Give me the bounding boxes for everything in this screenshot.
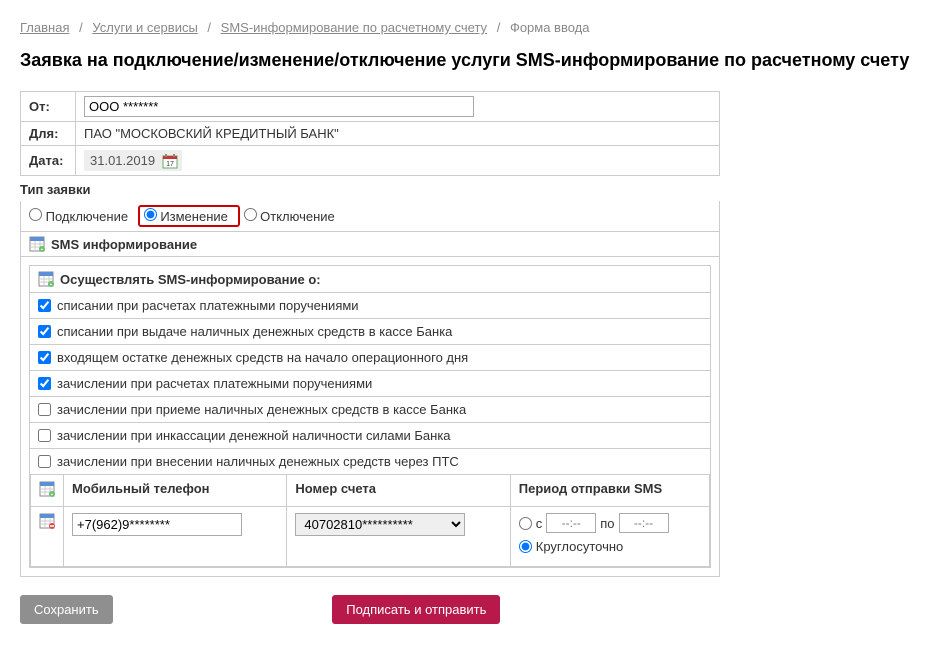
app-type-label: Тип заявки (20, 176, 911, 201)
period-roundclock-label: Круглосуточно (536, 539, 624, 554)
breadcrumb: Главная / Услуги и сервисы / SMS-информи… (20, 20, 911, 35)
app-type-connect[interactable]: Подключение (29, 209, 128, 224)
sms-option-checkbox[interactable] (38, 429, 51, 442)
svg-text:17: 17 (166, 161, 174, 168)
sms-inform-header: + Осуществлять SMS-информирование о: (30, 266, 710, 293)
app-type-row: Подключение Изменение Отключение (20, 201, 720, 232)
breadcrumb-services[interactable]: Услуги и сервисы (92, 20, 197, 35)
sms-option-label: зачислении при инкассации денежной налич… (57, 428, 451, 443)
sms-option-label: входящем остатке денежных средств на нач… (57, 350, 468, 365)
app-type-change-highlight: Изменение (138, 205, 240, 227)
calendar-icon[interactable]: 17 (162, 153, 178, 169)
sms-option-label: зачислении при расчетах платежными поруч… (57, 376, 372, 391)
for-label: Для: (21, 122, 76, 146)
period-to-label: по (600, 516, 614, 531)
breadcrumb-home[interactable]: Главная (20, 20, 69, 35)
phone-table: + Мобильный телефон Номер счета Период о… (30, 474, 710, 567)
phone-col-header: Мобильный телефон (64, 475, 287, 507)
table-icon: + (38, 271, 54, 287)
sms-option-checkbox[interactable] (38, 299, 51, 312)
from-input[interactable] (84, 96, 474, 117)
app-type-change[interactable]: Изменение (144, 208, 228, 224)
sms-option-checkbox[interactable] (38, 351, 51, 364)
submit-button[interactable]: Подписать и отправить (332, 595, 500, 624)
sms-option-label: списании при выдаче наличных денежных ср… (57, 324, 452, 339)
sms-option-row: зачислении при расчетах платежными поруч… (30, 371, 710, 397)
sms-option-checkbox[interactable] (38, 455, 51, 468)
account-col-header: Номер счета (287, 475, 510, 507)
sms-option-row: списании при расчетах платежными поручен… (30, 293, 710, 319)
period-range-radio[interactable] (519, 517, 532, 530)
sms-section-body: + Осуществлять SMS-информирование о: спи… (20, 257, 720, 577)
sms-option-label: зачислении при внесении наличных денежны… (57, 454, 459, 469)
table-remove-icon[interactable] (39, 517, 55, 532)
period-from-label: с (536, 516, 543, 531)
sms-option-checkbox[interactable] (38, 403, 51, 416)
date-label: Дата: (21, 146, 76, 176)
period-roundclock-radio[interactable] (519, 540, 532, 553)
period-col-header: Период отправки SMS (510, 475, 709, 507)
sms-option-label: списании при расчетах платежными поручен… (57, 298, 359, 313)
table-add-icon[interactable]: + (39, 485, 55, 500)
time-to-input[interactable] (619, 513, 669, 533)
for-value: ПАО "МОСКОВСКИЙ КРЕДИТНЫЙ БАНК" (76, 122, 720, 146)
phone-input[interactable] (72, 513, 242, 536)
table-icon: + (29, 236, 45, 252)
date-input[interactable] (88, 152, 158, 169)
sms-option-checkbox[interactable] (38, 325, 51, 338)
button-row: Сохранить Подписать и отправить (20, 595, 720, 624)
sms-option-row: входящем остатке денежных средств на нач… (30, 345, 710, 371)
sms-option-row: зачислении при внесении наличных денежны… (30, 449, 710, 474)
sms-option-row: зачислении при приеме наличных денежных … (30, 397, 710, 423)
sms-option-row: списании при выдаче наличных денежных ср… (30, 319, 710, 345)
svg-text:+: + (41, 247, 44, 252)
breadcrumb-sms[interactable]: SMS-информирование по расчетному счету (221, 20, 487, 35)
account-select[interactable]: 40702810********** (295, 513, 465, 536)
sms-option-checkbox[interactable] (38, 377, 51, 390)
form-header-table: От: Для: ПАО "МОСКОВСКИЙ КРЕДИТНЫЙ БАНК"… (20, 91, 720, 176)
sms-section-header: + SMS информирование (20, 232, 720, 257)
from-label: От: (21, 92, 76, 122)
sms-option-row: зачислении при инкассации денежной налич… (30, 423, 710, 449)
svg-text:+: + (51, 492, 54, 497)
svg-text:+: + (50, 282, 53, 287)
sms-option-label: зачислении при приеме наличных денежных … (57, 402, 466, 417)
save-button[interactable]: Сохранить (20, 595, 113, 624)
breadcrumb-current: Форма ввода (510, 20, 590, 35)
page-title: Заявка на подключение/изменение/отключен… (20, 50, 911, 71)
time-from-input[interactable] (546, 513, 596, 533)
app-type-disconnect[interactable]: Отключение (244, 209, 335, 224)
